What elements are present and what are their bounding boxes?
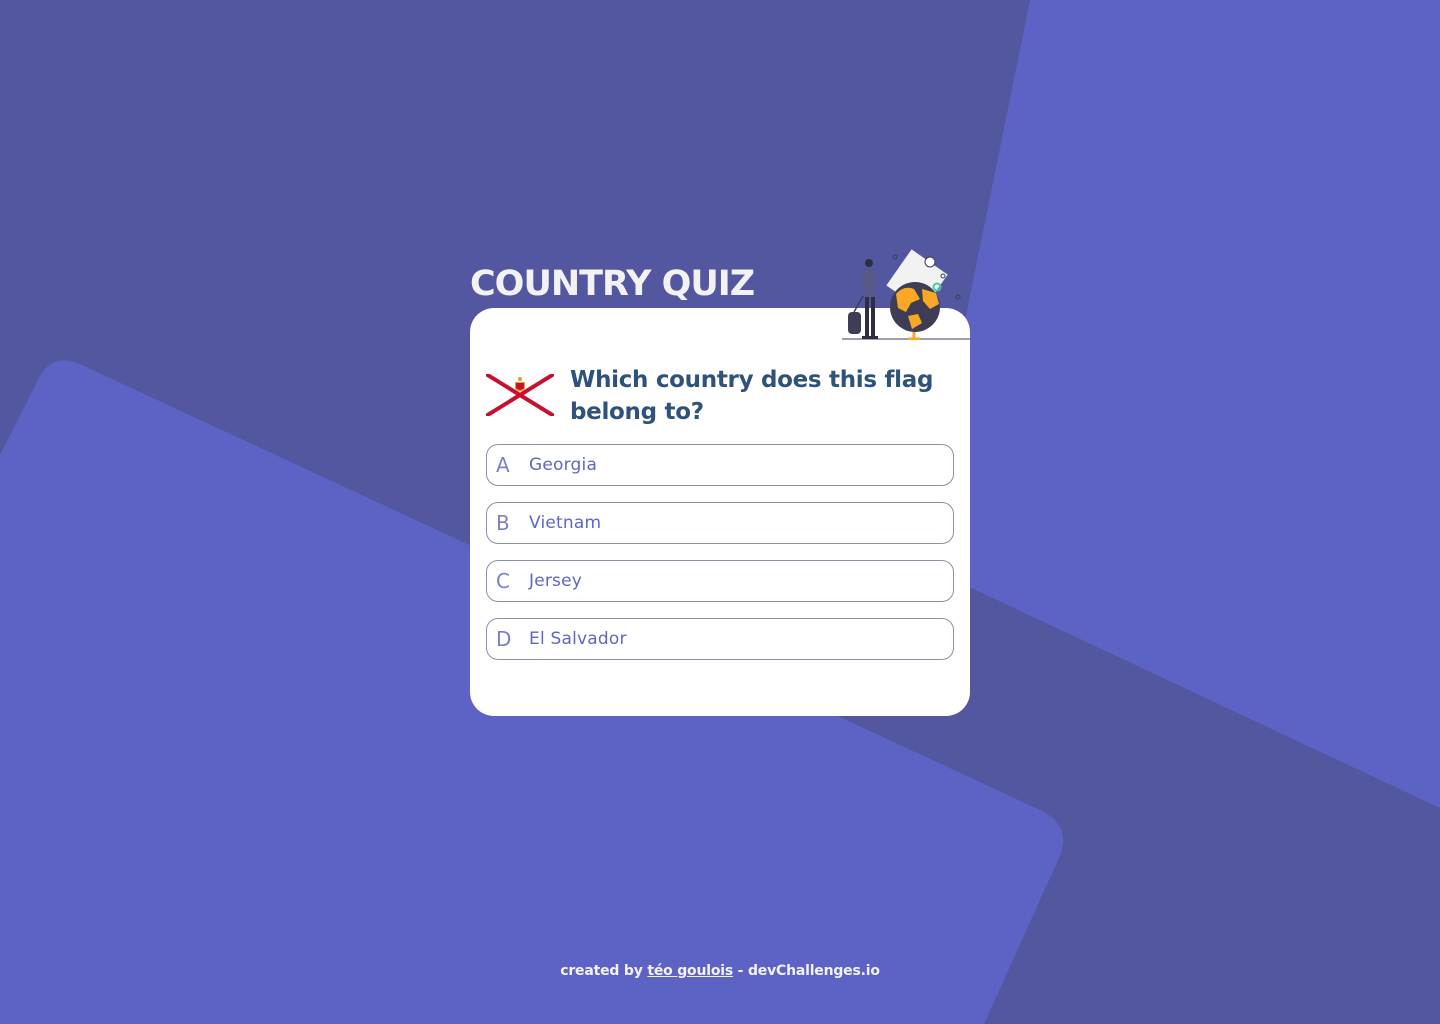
- app-title: COUNTRY QUIZ: [470, 264, 755, 304]
- question-row: Which country does this flag belong to?: [486, 364, 956, 432]
- option-label: Vietnam: [529, 513, 602, 533]
- answer-option-a[interactable]: A Georgia: [486, 444, 954, 486]
- traveler-globe-illustration: [842, 249, 970, 340]
- footer-site: devChallenges.io: [747, 963, 880, 979]
- option-letter: C: [496, 569, 510, 593]
- footer-credit: created by téo goulois - devChallenges.i…: [0, 963, 1440, 979]
- option-label: Jersey: [529, 571, 583, 591]
- answer-option-b[interactable]: B Vietnam: [486, 502, 954, 544]
- answer-option-c[interactable]: C Jersey: [486, 560, 954, 602]
- footer-prefix: created by: [560, 963, 643, 979]
- answer-options: A Georgia B Vietnam C Jersey D El Salvad…: [486, 444, 954, 676]
- option-label: El Salvador: [529, 629, 627, 649]
- jersey-flag-icon: [486, 374, 554, 416]
- option-letter: A: [496, 453, 510, 477]
- question-text: Which country does this flag belong to?: [570, 367, 934, 425]
- answer-option-d[interactable]: D El Salvador: [486, 618, 954, 660]
- option-letter: B: [496, 511, 510, 535]
- background-shape-right: [916, 0, 1440, 808]
- footer-separator: -: [737, 963, 744, 979]
- option-label: Georgia: [529, 455, 598, 475]
- author-link[interactable]: téo goulois: [647, 963, 733, 979]
- option-letter: D: [496, 627, 512, 651]
- quiz-card: Which country does this flag belong to? …: [470, 308, 970, 716]
